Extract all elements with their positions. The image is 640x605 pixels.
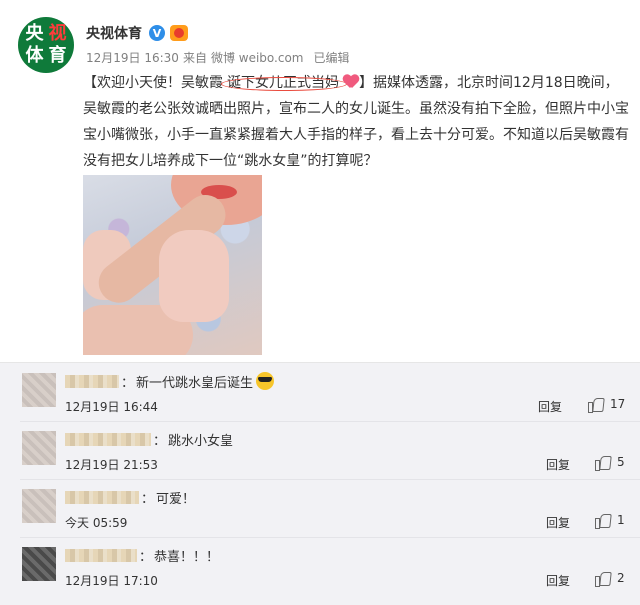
- comment-text: 跳水小女皇: [168, 433, 234, 449]
- commenter-avatar[interactable]: [22, 373, 56, 407]
- like-count: 1: [617, 513, 625, 527]
- comment-line: ： 新一代跳水皇后诞生: [65, 372, 275, 391]
- reply-button[interactable]: 回复: [546, 514, 570, 531]
- comment-colon: ：: [141, 491, 155, 507]
- comment-line: ： 跳水小女皇: [65, 430, 234, 449]
- comment-item: ： 跳水小女皇 12月19日 21:53 回复 5: [0, 421, 640, 478]
- comment-line: ： 可爱！: [65, 488, 196, 507]
- post-photo[interactable]: [83, 175, 262, 355]
- reply-button[interactable]: 回复: [538, 398, 562, 415]
- comment-text: 新一代跳水皇后诞生: [136, 375, 254, 391]
- cctv-sports-logo: 央 视 体 育: [23, 23, 69, 67]
- from-label: 来自: [182, 51, 207, 65]
- comment-item: ： 新一代跳水皇后诞生 12月19日 16:44 回复 17: [0, 363, 640, 420]
- comment-list: ： 新一代跳水皇后诞生 12月19日 16:44 回复 17 ： 跳水小女皇 1…: [0, 362, 640, 605]
- comment-text: 可爱！: [156, 491, 196, 507]
- edited-label[interactable]: 已编辑: [314, 49, 350, 66]
- like-count: 17: [610, 397, 626, 411]
- post-date[interactable]: 12月19日 16:30: [86, 49, 179, 66]
- comment-colon: ：: [153, 433, 167, 449]
- author-row: 央视体育 V: [86, 22, 188, 44]
- commenter-name[interactable]: [65, 432, 151, 446]
- commenter-name[interactable]: [65, 490, 139, 504]
- commenter-avatar[interactable]: [22, 547, 56, 581]
- comment-line: ： 恭喜！！！: [65, 546, 220, 565]
- comment-colon: ：: [121, 375, 135, 391]
- heart-icon: [343, 75, 359, 89]
- photo-baby-fist: [159, 230, 229, 322]
- like-count: 5: [617, 455, 625, 469]
- comment-time: 今天 05:59: [65, 516, 128, 530]
- logo-char: 央: [25, 23, 44, 44]
- comment-colon: ：: [139, 549, 153, 565]
- author-avatar[interactable]: 央 视 体 育: [18, 17, 74, 73]
- like-button[interactable]: 2: [595, 570, 625, 587]
- like-count: 2: [617, 571, 625, 585]
- post-source[interactable]: 微博 weibo.com: [211, 49, 304, 66]
- reply-button[interactable]: 回复: [546, 572, 570, 589]
- post-title-highlight: 诞下女儿正式当妈: [223, 75, 343, 91]
- like-button[interactable]: 17: [588, 396, 626, 413]
- thumbs-up-icon: [595, 454, 611, 471]
- comment-time: 12月19日 16:44: [65, 400, 158, 414]
- comment-time: 12月19日 21:53: [65, 458, 158, 472]
- post-title-open: 【欢迎小天使！吴敏霞: [83, 75, 223, 91]
- comment-time: 12月19日 17:10: [65, 574, 158, 588]
- thumbs-up-icon: [595, 570, 611, 587]
- post-body: 【欢迎小天使！吴敏霞 诞下女儿正式当妈 】据媒体透露，北京时间12月18日晚间，吴敏…: [83, 70, 631, 174]
- member-badge-icon[interactable]: [170, 25, 188, 41]
- post-meta: 12月19日 16:30 来自 微博 weibo.com 已编辑: [86, 49, 350, 66]
- comment-item: ： 可爱！ 今天 05:59 回复 1: [0, 479, 640, 536]
- comment-text: 恭喜！！！: [154, 549, 220, 565]
- like-button[interactable]: 5: [595, 454, 625, 471]
- weibo-post: 央 视 体 育 央视体育 V 12月19日 16:30 来自 微博 weibo.…: [0, 0, 640, 362]
- post-title-close: 】: [359, 75, 373, 91]
- verified-icon[interactable]: V: [149, 25, 165, 41]
- commenter-avatar[interactable]: [22, 489, 56, 523]
- commenter-name[interactable]: [65, 374, 119, 388]
- logo-char: 育: [48, 45, 67, 66]
- logo-char: 体: [25, 45, 44, 66]
- sunglasses-icon: [256, 372, 275, 390]
- commenter-avatar[interactable]: [22, 431, 56, 465]
- reply-button[interactable]: 回复: [546, 456, 570, 473]
- commenter-name[interactable]: [65, 548, 137, 562]
- thumbs-up-icon: [595, 512, 611, 529]
- thumbs-up-icon: [588, 396, 604, 413]
- author-name[interactable]: 央视体育: [86, 23, 142, 43]
- like-button[interactable]: 1: [595, 512, 625, 529]
- logo-char: 视: [48, 23, 67, 44]
- comment-item: ： 恭喜！！！ 12月19日 17:10 回复 2: [0, 537, 640, 594]
